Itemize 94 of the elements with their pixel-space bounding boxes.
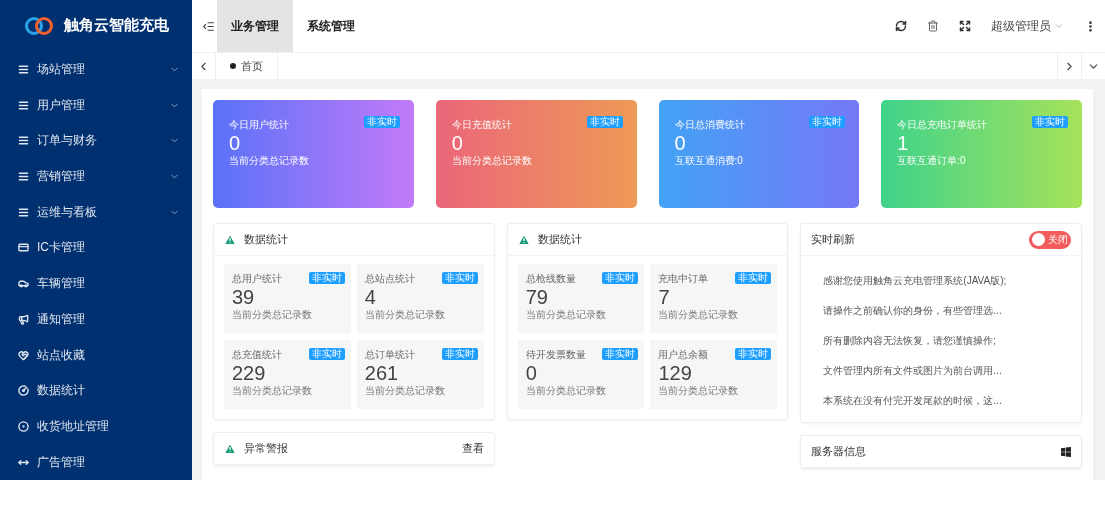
tile-note: 当前分类总记录数 xyxy=(525,384,606,398)
panel-title: 实时刷新 xyxy=(811,232,857,247)
gauge-icon xyxy=(18,385,29,397)
tile-note: 当前分类总记录数 xyxy=(658,384,739,398)
logo-icon xyxy=(23,15,54,36)
sidebar-item[interactable]: 场站管理 xyxy=(0,51,192,88)
panel-title: 服务器信息 xyxy=(811,444,868,459)
tile-note: 当前分类总记录数 xyxy=(525,308,606,322)
tile-title: 总用户统计 xyxy=(232,272,282,286)
warning-icon xyxy=(224,442,236,455)
tile-value: 4 xyxy=(364,286,376,308)
tile-title: 总枪线数量 xyxy=(525,272,576,286)
brand-name: 触角云智能充电 xyxy=(63,16,169,36)
tile-value: 79 xyxy=(525,286,548,308)
sidebar-item[interactable]: 数据统计 xyxy=(0,372,192,409)
card-title: 今日总消费统计 xyxy=(674,118,745,132)
nav-tab[interactable]: 系统管理 xyxy=(293,0,369,53)
tile-value: 229 xyxy=(232,362,266,384)
status-badge: 非实时 xyxy=(586,116,623,128)
panel-title: 数据统计 xyxy=(537,232,583,247)
card-note: 当前分类总记录数 xyxy=(451,154,532,168)
sidebar-item[interactable]: 站点收藏 xyxy=(0,337,192,373)
status-badge: 非实时 xyxy=(602,348,639,360)
tile-note: 当前分类总记录数 xyxy=(232,308,312,322)
fullscreen-icon[interactable] xyxy=(959,20,971,33)
list-icon xyxy=(18,171,29,182)
tile-note: 当前分类总记录数 xyxy=(364,384,445,398)
tile-title: 总站点统计 xyxy=(364,272,415,286)
status-badge: 非实时 xyxy=(363,116,400,128)
notice-text: 请操作之前确认你的身份，有些管理选... xyxy=(823,304,1003,318)
tile-title: 总订单统计 xyxy=(364,348,415,362)
card-note: 互联互通消费:0 xyxy=(674,154,743,168)
card-value: 0 xyxy=(451,132,463,154)
tile-value: 129 xyxy=(658,362,692,384)
status-badge: 非实时 xyxy=(809,116,846,128)
status-badge: 非实时 xyxy=(602,272,639,284)
sidebar-item[interactable]: 通知管理 xyxy=(0,301,192,338)
status-badge: 非实时 xyxy=(441,348,478,360)
tile-value: 7 xyxy=(658,286,670,308)
card-value: 0 xyxy=(229,132,241,154)
card-title: 今日总充电订单统计 xyxy=(897,118,988,132)
user-menu[interactable]: 超级管理员 xyxy=(991,17,1064,35)
card-value: 1 xyxy=(897,132,909,154)
list-icon xyxy=(18,206,29,218)
windows-icon xyxy=(1061,446,1071,457)
tile-note: 当前分类总记录数 xyxy=(364,308,445,322)
car-icon xyxy=(18,278,29,290)
trash-icon[interactable] xyxy=(927,20,939,33)
tile-note: 当前分类总记录数 xyxy=(232,384,312,398)
warning-icon xyxy=(224,233,236,246)
megaphone-icon xyxy=(18,313,29,325)
sidebar-item[interactable]: 订单与财务 xyxy=(0,122,192,159)
panel-title: 异常警报 xyxy=(244,441,289,456)
notice-text: 本系统在没有付完开发尾款的时候，这... xyxy=(823,394,1003,408)
status-badge: 非实时 xyxy=(1032,116,1068,128)
sidebar-item[interactable]: 广告管理 xyxy=(0,444,192,480)
sidebar-item[interactable]: 用户管理 xyxy=(0,87,192,123)
menu-icon[interactable] xyxy=(202,19,215,33)
nav-tab[interactable]: 业务管理 xyxy=(217,0,293,53)
card-title: 今日用户统计 xyxy=(229,118,289,132)
card-value: 0 xyxy=(674,132,686,154)
tile-note: 当前分类总记录数 xyxy=(658,308,739,322)
panel-title: 数据统计 xyxy=(244,232,289,247)
status-badge: 非实时 xyxy=(735,348,772,360)
list-icon xyxy=(18,99,29,111)
card-icon xyxy=(18,242,29,254)
sidebar-item[interactable]: 运维与看板 xyxy=(0,194,192,231)
status-badge: 非实时 xyxy=(308,272,345,284)
sidebar-item[interactable]: 收货地址管理 xyxy=(0,408,192,445)
warning-icon xyxy=(517,233,530,246)
card-note: 当前分类总记录数 xyxy=(229,154,309,168)
card-note: 互联互通订单:0 xyxy=(897,154,966,168)
tile-value: 0 xyxy=(525,362,537,384)
target-icon xyxy=(18,420,29,432)
tile-title: 充电中订单 xyxy=(658,272,709,286)
notice-text: 所有删除内容无法恢复，请您谨慎操作; xyxy=(823,334,998,348)
sidebar-item[interactable]: IC卡管理 xyxy=(0,230,192,266)
status-badge: 非实时 xyxy=(308,348,345,360)
tile-value: 39 xyxy=(232,286,255,308)
sidebar-item[interactable]: 营销管理 xyxy=(0,158,192,195)
tile-title: 总充值统计 xyxy=(232,348,282,362)
tile-value: 261 xyxy=(364,362,399,384)
status-badge: 非实时 xyxy=(735,272,772,284)
status-badge: 非实时 xyxy=(441,272,478,284)
list-icon xyxy=(18,135,29,147)
tile-title: 待开发票数量 xyxy=(525,348,586,362)
sidebar-item[interactable]: 车辆管理 xyxy=(0,265,192,302)
list-icon xyxy=(18,63,29,75)
tile-title: 用户总余额 xyxy=(658,348,709,362)
notice-text: 文件管理内所有文件或图片为前台调用... xyxy=(823,364,1003,378)
view-link[interactable]: 查看 xyxy=(461,441,484,456)
card-title: 今日充值统计 xyxy=(451,118,512,132)
notice-text: 感谢您使用触角云充电管理系统(JAVA版); xyxy=(823,274,1008,288)
refresh-icon[interactable] xyxy=(895,20,907,33)
